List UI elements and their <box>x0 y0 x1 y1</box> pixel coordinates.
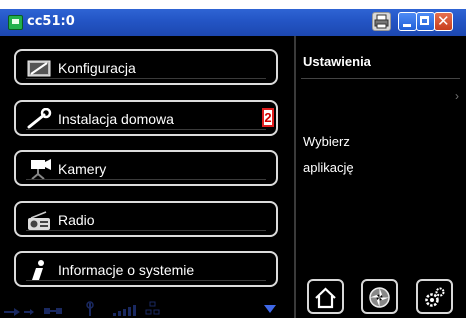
lan-icon <box>145 301 160 315</box>
close-button[interactable]: ✕ <box>434 12 453 31</box>
scroll-down-arrow-icon[interactable] <box>264 305 276 313</box>
antenna-icon <box>86 301 94 316</box>
menu-item-kamery[interactable]: Kamery <box>14 150 278 186</box>
menu-item-label: Radio <box>58 212 95 228</box>
app-window: cc51:0 ✕ Konfiguracja Instalacja domowa … <box>0 9 466 318</box>
maximize-button[interactable] <box>416 12 435 31</box>
info-icon <box>32 260 44 280</box>
menu-item-label: Instalacja domowa <box>58 111 174 127</box>
panel-text-line2: aplikację <box>303 160 354 175</box>
wrench-icon <box>27 108 52 129</box>
menu-item-radio[interactable]: Radio <box>14 201 278 237</box>
apps-button[interactable] <box>361 279 398 314</box>
panel-title-divider <box>301 78 460 79</box>
notification-badge: 2 <box>262 108 274 127</box>
home-button[interactable] <box>307 279 344 314</box>
close-icon: ✕ <box>437 12 450 30</box>
print-button[interactable] <box>372 12 391 31</box>
panel-divider <box>294 36 296 318</box>
minimize-button[interactable] <box>398 12 417 31</box>
gears-icon <box>425 287 445 307</box>
radio-icon <box>28 211 50 230</box>
status-bar <box>4 301 276 316</box>
aperture-icon <box>369 287 390 308</box>
menu-item-label: Kamery <box>58 161 107 177</box>
settings-button[interactable] <box>416 279 453 314</box>
home-icon <box>315 287 336 309</box>
panel-text-line1: Wybierz <box>303 134 350 149</box>
window-title: cc51:0 <box>27 14 75 29</box>
menu-item-label: Konfiguracja <box>58 60 136 76</box>
panel-title: Ustawienia <box>303 54 371 69</box>
menu-item-label: Informacje o systemie <box>58 262 195 278</box>
app-icon <box>8 15 23 30</box>
camera-icon <box>31 159 51 180</box>
menu-item-konfiguracja[interactable]: Konfiguracja <box>14 49 278 85</box>
menu-item-instalacja-domowa[interactable]: Instalacja domowa 2 <box>14 100 278 136</box>
chevron-right-icon: › <box>455 89 459 103</box>
signal-strength-icon <box>113 305 136 316</box>
printer-icon <box>374 14 389 29</box>
menu-item-informacje-o-systemie[interactable]: Informacje o systemie <box>14 251 278 287</box>
signal-arrows-icon <box>4 308 34 316</box>
config-card-icon <box>27 60 51 77</box>
network-icon <box>44 308 62 314</box>
title-bar: cc51:0 ✕ <box>0 9 466 36</box>
